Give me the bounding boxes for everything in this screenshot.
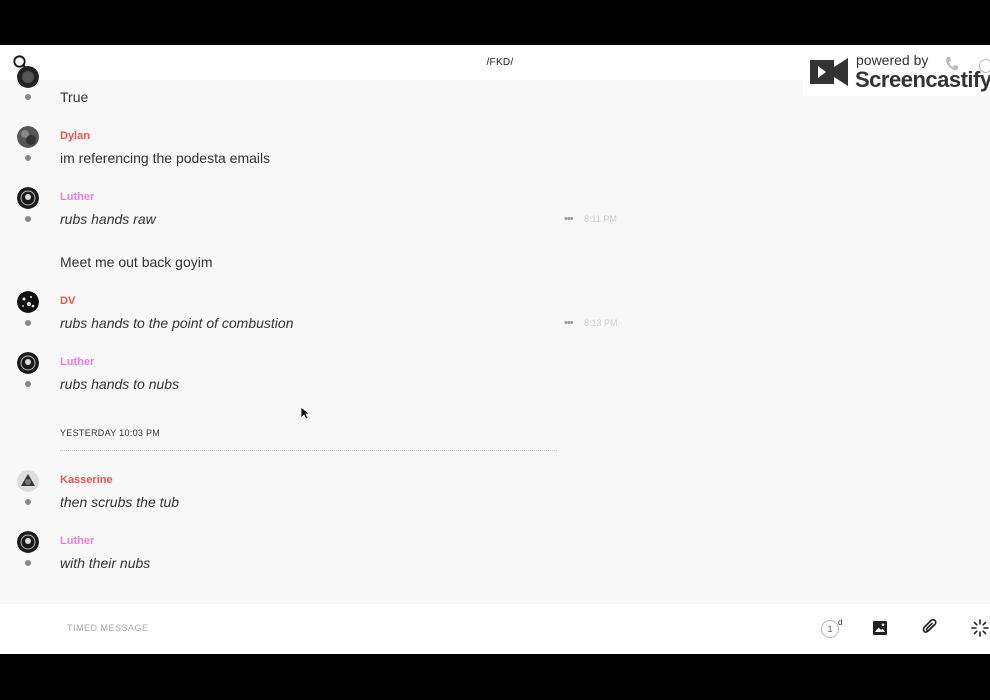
chat-app: /FKD/ True Dylan im referencing the pode…: [0, 45, 990, 654]
presence-dot: [25, 560, 31, 566]
image-icon[interactable]: [872, 620, 888, 636]
message-text: rubs hands raw: [60, 211, 156, 227]
screencastify-watermark: powered by Screencastify: [803, 51, 990, 96]
avatar[interactable]: [17, 291, 39, 313]
message-author[interactable]: Kasserine: [60, 474, 113, 486]
timer-unit: d: [838, 618, 843, 627]
message-input[interactable]: TIMED MESSAGE: [67, 623, 149, 633]
message-author[interactable]: Luther: [60, 191, 94, 203]
timer-button[interactable]: 1 d: [820, 618, 848, 640]
message-item: True: [0, 66, 640, 120]
presence-dot: [25, 499, 31, 505]
presence-dot: [25, 94, 31, 100]
info-icon[interactable]: [979, 59, 990, 73]
avatar[interactable]: [17, 187, 39, 209]
timer-value: 1: [821, 620, 839, 638]
avatar: [17, 66, 39, 88]
message-text: im referencing the podesta emails: [60, 150, 271, 166]
phone-icon[interactable]: [945, 56, 959, 72]
watermark-powered-text: powered by: [856, 52, 929, 68]
message-item: DV rubs hands to the point of combustion…: [0, 289, 640, 349]
message-item: Meet me out back goyim: [0, 245, 640, 285]
message-item: Luther rubs hands raw ••• 8:11 PM: [0, 185, 640, 245]
composer: TIMED MESSAGE 1 d: [0, 604, 990, 654]
sparkle-icon[interactable]: [971, 619, 989, 637]
message-list: True Dylan im referencing the podesta em…: [0, 66, 990, 604]
screencastify-logo-icon: [810, 58, 848, 86]
message-item: Dylan im referencing the podesta emails: [0, 124, 640, 184]
avatar[interactable]: [17, 470, 39, 492]
message-text: True: [60, 89, 89, 105]
message-author[interactable]: Dylan: [60, 130, 90, 142]
letterbox-bottom: [0, 654, 990, 700]
message-item: Kasserine then scrubs the tub: [0, 468, 640, 528]
presence-dot: [25, 216, 31, 222]
avatar[interactable]: [17, 126, 39, 148]
message-text: Meet me out back goyim: [60, 254, 213, 270]
presence-dot: [25, 320, 31, 326]
letterbox-top: [0, 0, 990, 45]
message-author[interactable]: Luther: [60, 535, 94, 547]
message-author[interactable]: DV: [60, 295, 75, 307]
message-text: rubs hands to the point of combustion: [60, 315, 294, 331]
message-item: Luther with their nubs: [0, 529, 640, 589]
presence-dot: [25, 155, 31, 161]
message-item: Luther rubs hands to nubs: [0, 350, 640, 410]
presence-dot: [25, 381, 31, 387]
message-author[interactable]: Luther: [60, 356, 94, 368]
message-text: rubs hands to nubs: [60, 376, 180, 392]
more-options-button[interactable]: •••: [564, 317, 574, 329]
message-text: with their nubs: [60, 555, 151, 571]
message-text: then scrubs the tub: [60, 494, 180, 510]
avatar[interactable]: [17, 352, 39, 374]
message-time: 8:11 PM: [584, 214, 617, 224]
more-options-button[interactable]: •••: [564, 213, 574, 225]
date-divider: [60, 450, 557, 451]
watermark-brand-text: Screencastify: [855, 67, 990, 92]
message-time: 8:13 PM: [584, 318, 618, 328]
date-divider-label: YESTERDAY 10:03 PM: [60, 428, 161, 438]
mouse-cursor-icon: [300, 406, 310, 420]
avatar[interactable]: [17, 531, 39, 553]
paperclip-icon[interactable]: [922, 619, 938, 637]
